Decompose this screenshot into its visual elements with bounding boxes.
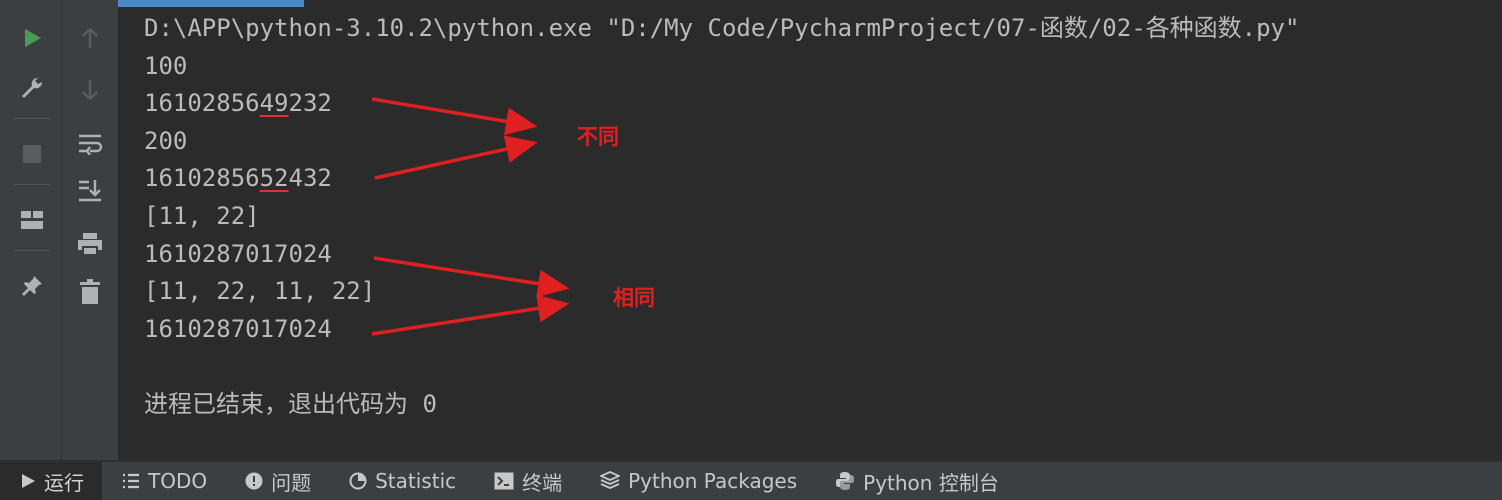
- console-line-text: 1610285649232: [144, 89, 332, 118]
- console-line-text: 1610285652432: [144, 164, 332, 193]
- terminal-icon: [494, 472, 514, 490]
- toolbar-separator: [14, 250, 50, 251]
- tab-statistic-label: Statistic: [375, 469, 457, 493]
- console-output[interactable]: D:\APP\python-3.10.2\python.exe "D:/My C…: [144, 10, 1494, 424]
- tab-python-packages-label: Python Packages: [628, 469, 798, 493]
- tab-todo[interactable]: TODO: [102, 462, 225, 500]
- tab-problems-label: 问题: [271, 470, 312, 495]
- stop-icon[interactable]: [12, 136, 52, 172]
- highlight-underline: 49: [259, 89, 289, 118]
- tab-python-packages[interactable]: Python Packages: [580, 462, 815, 500]
- tab-run-label: 运行: [44, 470, 84, 495]
- problems-icon: [245, 472, 263, 490]
- scroll-to-end-icon[interactable]: [70, 172, 110, 208]
- packages-icon: [600, 471, 621, 489]
- layout-icon[interactable]: [12, 202, 52, 238]
- trash-icon[interactable]: [70, 274, 110, 310]
- bottom-tool-bar: 运行 TODO 问题 Statistic 终端 Python Packages …: [0, 461, 1502, 500]
- console-line: 1610285652432: [144, 160, 1494, 198]
- tab-python-console-label: Python 控制台: [863, 470, 999, 495]
- tab-problems[interactable]: 问题: [225, 462, 329, 500]
- down-arrow-icon[interactable]: [70, 72, 110, 108]
- console-line: 1610287017024: [144, 314, 332, 343]
- run-toolbar-left: [0, 0, 62, 460]
- toolbar-separator: [14, 118, 50, 119]
- console-line: [11, 22]: [144, 201, 260, 230]
- annotation-same: 相同: [613, 286, 655, 310]
- tab-todo-label: TODO: [148, 469, 208, 493]
- tab-terminal[interactable]: 终端: [474, 462, 580, 500]
- run-icon[interactable]: [12, 20, 52, 56]
- console-line: 100: [144, 51, 188, 80]
- tab-statistic[interactable]: Statistic: [329, 462, 474, 500]
- console-line: 200: [144, 126, 188, 155]
- highlight-underline: 52: [259, 164, 289, 193]
- tab-run[interactable]: 运行: [0, 461, 102, 500]
- soft-wrap-icon[interactable]: [70, 126, 110, 162]
- toolbar-separator: [14, 184, 50, 185]
- list-icon: [123, 473, 139, 489]
- tab-terminal-label: 终端: [522, 470, 563, 495]
- console-line: [11, 22, 11, 22]: [144, 277, 376, 306]
- console-line: 1610287017024: [144, 239, 332, 268]
- console-line: 1610285649232: [144, 85, 1494, 123]
- console-command-line: D:\APP\python-3.10.2\python.exe "D:/My C…: [144, 14, 1300, 42]
- console-exit-line: 进程已结束，退出代码为 0: [144, 389, 437, 418]
- up-arrow-icon[interactable]: [70, 20, 110, 56]
- tab-python-console[interactable]: Python 控制台: [815, 462, 1017, 500]
- python-icon: [836, 472, 855, 490]
- run-icon: [22, 474, 35, 488]
- annotation-different: 不同: [577, 125, 619, 149]
- wrench-icon[interactable]: [12, 70, 52, 106]
- statistic-icon: [349, 472, 367, 490]
- active-tab-indicator: [118, 0, 304, 7]
- print-icon[interactable]: [70, 226, 110, 262]
- pin-icon[interactable]: [12, 268, 52, 304]
